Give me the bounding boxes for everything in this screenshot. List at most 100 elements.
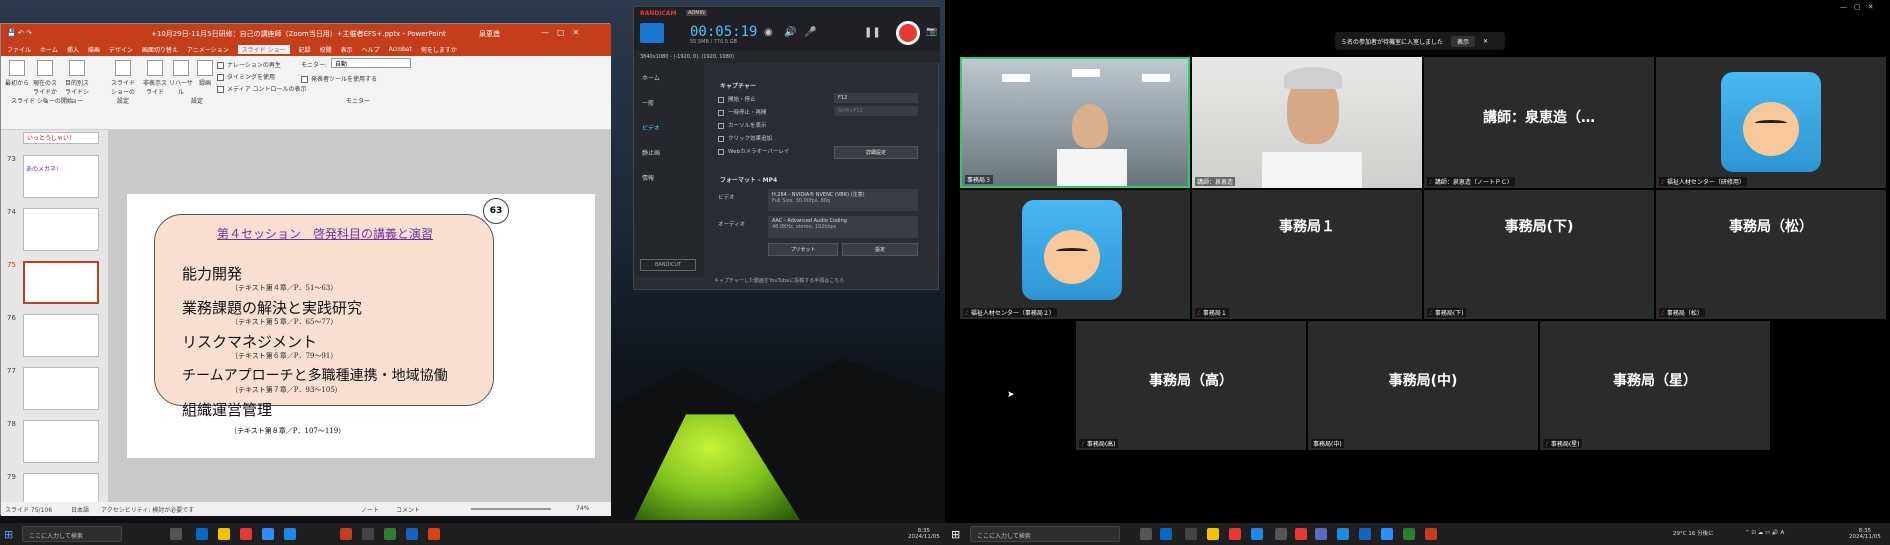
pause-icon[interactable]: ❚❚ (864, 27, 881, 38)
youtube-help-link[interactable]: キャプチャーした動画をYouTubeに投稿する手順はこちら (714, 277, 844, 284)
screen-mode-button[interactable] (640, 23, 664, 43)
bandicam-icon[interactable] (240, 528, 252, 540)
speaker-icon[interactable]: 🔊 (784, 27, 796, 38)
setup-show-button[interactable]: スライドショーの設定 (109, 60, 137, 105)
task-view-icon[interactable] (1140, 528, 1152, 540)
tab-transitions[interactable]: 画面切り替え (142, 45, 178, 54)
tab-help[interactable]: ヘルプ (362, 45, 380, 54)
thumbnail-78[interactable]: 78 (7, 420, 107, 464)
thumbnail-77[interactable]: 77 (7, 367, 107, 411)
thumbnail-partial[interactable]: いっとうしゃい！ (23, 132, 99, 144)
tab-review[interactable]: 校閲 (320, 45, 332, 54)
edge-icon[interactable] (196, 528, 208, 540)
mic-icon[interactable]: 🎤 (804, 27, 816, 38)
task-view-icon[interactable] (170, 528, 182, 540)
opt-start-stop[interactable]: 開始・停止 (718, 95, 756, 103)
hotkey-start-stop[interactable]: F12 (834, 93, 918, 103)
participant-tile[interactable]: ♪ 福祉人材センター（事務局２） (960, 190, 1190, 319)
chrome-icon[interactable] (1251, 528, 1263, 540)
notes-button[interactable]: ノート (361, 505, 379, 514)
thumbnail-76[interactable]: 76 (7, 314, 107, 358)
advanced-settings-button[interactable]: 詳細設定 (834, 146, 918, 159)
tab-insert[interactable]: 挿入 (67, 45, 79, 54)
comments-button[interactable]: コメント (396, 505, 420, 514)
zoom-level[interactable]: 74% (576, 505, 589, 512)
monitor-select[interactable]: 自動 (331, 58, 411, 68)
tab-file[interactable]: ファイル (7, 45, 31, 54)
participant-tile[interactable]: 事務局（高） ♪ 事務局(高) (1076, 321, 1306, 450)
capture-mode-bar[interactable]: 3840x1080 - (-1920, 0), (1920, 1080) (634, 51, 940, 63)
teams-icon[interactable] (1315, 528, 1327, 540)
close-icon[interactable]: ✕ (1483, 38, 1488, 45)
tab-design[interactable]: デザイン (109, 45, 133, 54)
timing-checkbox[interactable]: タイミングを使用 (217, 72, 275, 81)
tell-me-search[interactable]: 何をしますか (421, 45, 457, 54)
thumbnail-74[interactable]: 74 (7, 208, 107, 252)
taskbar-search-input[interactable]: ここに入力して検索 (970, 526, 1120, 542)
format-settings-button[interactable]: 設定 (842, 243, 918, 256)
participant-tile[interactable]: 事務局(中) 事務局(中) (1308, 321, 1538, 450)
bandicam-icon[interactable] (1229, 528, 1241, 540)
edge-icon[interactable] (1160, 528, 1172, 540)
window-controls[interactable]: — ▢ ✕ (541, 27, 579, 38)
explorer-icon[interactable] (1207, 528, 1219, 540)
narration-checkbox[interactable]: ナレーションの再生 (217, 60, 281, 69)
opt-click-effect[interactable]: クリック効果追加 (718, 134, 772, 142)
record-button[interactable]: 録画 (191, 60, 219, 87)
weather-widget[interactable]: 29°C 16 分後に (1673, 531, 1714, 537)
participant-tile[interactable]: 講師：泉恵造 (1192, 57, 1422, 188)
opt-cursor[interactable]: カーソルを表示 (718, 121, 767, 129)
app-icon[interactable] (1275, 528, 1287, 540)
nav-home[interactable]: ホーム (642, 73, 660, 82)
tab-view[interactable]: 表示 (341, 45, 353, 54)
accessibility-indicator[interactable]: アクセシビリティ: 検討が必要です (101, 505, 194, 514)
autosave-icon[interactable]: 💾 ↶ ↷ (7, 29, 32, 37)
app-icon[interactable] (384, 528, 396, 540)
zoom-slider[interactable] (471, 508, 551, 510)
stop-record-button[interactable] (896, 21, 920, 45)
tab-record[interactable]: 記録 (299, 45, 311, 54)
hide-slide-button[interactable]: 非表示スライド (141, 60, 169, 96)
app-icon[interactable] (1295, 528, 1307, 540)
powerpoint-icon[interactable] (1425, 528, 1437, 540)
tab-home[interactable]: ホーム (40, 45, 58, 54)
app-icon[interactable] (362, 528, 374, 540)
app-icon[interactable] (1359, 528, 1371, 540)
tab-slideshow[interactable]: スライド ショー (237, 44, 290, 54)
camera-icon[interactable]: 📷 (926, 27, 937, 37)
participant-tile[interactable]: 事務局１ ♪ 事務局１ (1192, 190, 1422, 319)
explorer-icon[interactable] (218, 528, 230, 540)
thumbnail-75[interactable]: 75 (7, 261, 107, 305)
zoom-icon[interactable] (1381, 528, 1393, 540)
tray-icons[interactable]: ⌃ ⊡ ☁ ▭ 🔊 A (1745, 530, 1784, 536)
from-start-button[interactable]: 最初から (3, 60, 31, 87)
media-controls-checkbox[interactable]: メディア コントロールの表示 (217, 84, 307, 93)
nav-general[interactable]: 一般 (642, 98, 654, 107)
notice-show-button[interactable]: 表示 (1451, 35, 1476, 47)
zoom-window-controls[interactable]: — ▢ ✕ (1840, 2, 1873, 12)
app-icon[interactable] (1185, 528, 1197, 540)
bandicut-button[interactable]: BANDICUT (640, 259, 696, 271)
chrome-icon[interactable] (284, 528, 296, 540)
preset-button[interactable]: プリセット (768, 243, 838, 256)
app-icon[interactable] (406, 528, 418, 540)
presenter-view-checkbox[interactable]: 発表者ツールを使用する (301, 74, 377, 83)
zoom-icon[interactable] (262, 528, 274, 540)
current-slide[interactable]: 第４セッション 啓発科目の講義と演習 能力開発 （テキスト第４章／P．51〜63… (127, 194, 595, 458)
windows-start-icon[interactable]: ⊞ (951, 528, 960, 541)
webcam-icon[interactable]: ◉ (764, 27, 773, 38)
nav-about[interactable]: 情報 (642, 173, 654, 182)
participant-tile[interactable]: 事務局（松） ♪ 事務局（松） (1656, 190, 1886, 319)
participant-tile[interactable]: 事務局３ (960, 57, 1190, 188)
tab-animations[interactable]: アニメーション (187, 45, 229, 54)
app-icon[interactable] (428, 528, 440, 540)
opt-webcam[interactable]: Webカメラオーバーレイ (718, 147, 789, 155)
chrome-icon[interactable] (1337, 528, 1349, 540)
clock[interactable]: 8:35 2024/11/05 (1849, 528, 1881, 540)
participant-tile[interactable]: 事務局（星） ♪ 事務局(星) (1540, 321, 1770, 450)
thumbnail-73[interactable]: 73 あのメガネ! (7, 155, 107, 199)
participant-tile[interactable]: ♪ 福祉人材センター（研修用） (1656, 57, 1886, 188)
taskbar-search-input[interactable]: ここに入力して検索 (22, 526, 122, 542)
participant-tile[interactable]: 講師：泉恵造（… ♪ 講師：泉恵造（ノートＰＣ） (1424, 57, 1654, 188)
nav-video[interactable]: ビデオ (642, 123, 660, 132)
